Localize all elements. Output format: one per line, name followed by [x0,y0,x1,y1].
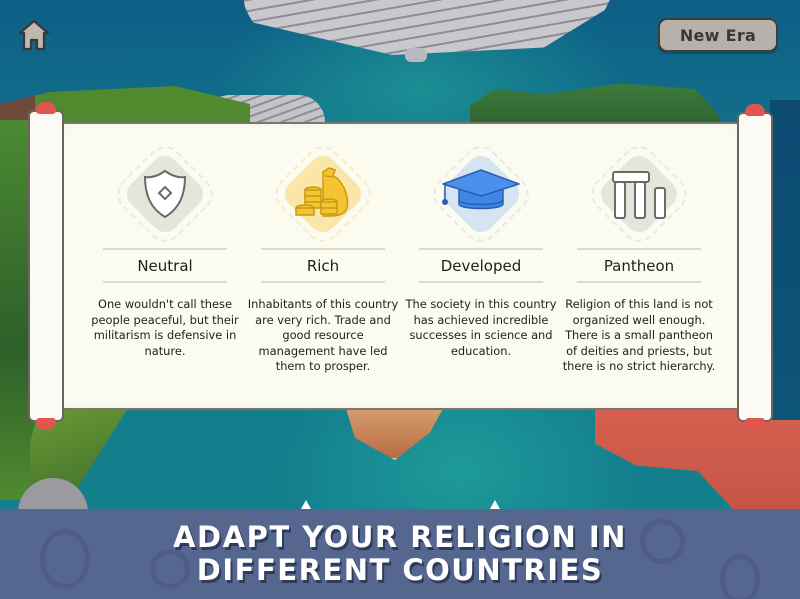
home-icon [18,19,50,51]
trait-title: Rich [306,257,340,275]
rock [405,48,427,62]
banner-title-line2: DIFFERENT COUNTRIES [196,553,604,587]
trait-description: Inhabitants of this country are very ric… [247,297,399,373]
divider [419,281,543,283]
mountain-terrain [240,0,620,55]
trait-title: Pantheon [603,257,675,275]
trait-rich[interactable]: Rich Inhabitants of this country are ver… [244,122,402,410]
trait-description: The society in this country has achieved… [405,297,557,358]
banner-title-line1: ADAPT YOUR RELIGION IN [173,520,627,554]
new-era-label: New Era [679,25,757,45]
trait-title: Developed [440,257,522,275]
divider [103,248,227,250]
scroll-roller-right [737,104,773,430]
roller-cap [745,104,765,116]
trait-icon-frame [425,138,537,250]
trait-pantheon[interactable]: Pantheon Religion of this land is not or… [560,122,718,410]
promo-banner: ADAPT YOUR RELIGION IN DIFFERENT COUNTRI… [0,509,800,599]
divider [103,281,227,283]
new-era-button[interactable]: New Era [658,18,778,52]
trait-description: One wouldn't call these people peaceful,… [91,297,239,358]
divider [577,248,701,250]
roller-cap [36,102,56,114]
trait-icon-frame [583,138,695,250]
divider [577,281,701,283]
banner-title: ADAPT YOUR RELIGION IN DIFFERENT COUNTRI… [0,521,800,587]
divider [261,248,385,250]
scroll-roller-left [28,102,64,430]
trait-description: Religion of this land is not organized w… [562,297,716,373]
trait-developed[interactable]: Developed The society in this country ha… [402,122,560,410]
ship-marker-icon[interactable] [490,500,500,509]
trait-title: Neutral [137,257,193,275]
money-bag-icon [295,167,349,217]
home-button[interactable] [17,18,51,52]
desert-island [345,405,445,460]
pillars-icon [612,171,666,219]
ship-marker-icon[interactable] [301,500,311,509]
trait-neutral[interactable]: Neutral One wouldn't call these people p… [86,122,244,410]
country-traits: Neutral One wouldn't call these people p… [68,122,736,410]
graduation-cap-icon [442,169,520,210]
divider [419,248,543,250]
trait-icon-frame [267,138,379,250]
shield-icon [143,169,187,219]
trait-icon-frame [109,138,221,250]
divider [261,281,385,283]
deep-ocean [770,100,800,420]
